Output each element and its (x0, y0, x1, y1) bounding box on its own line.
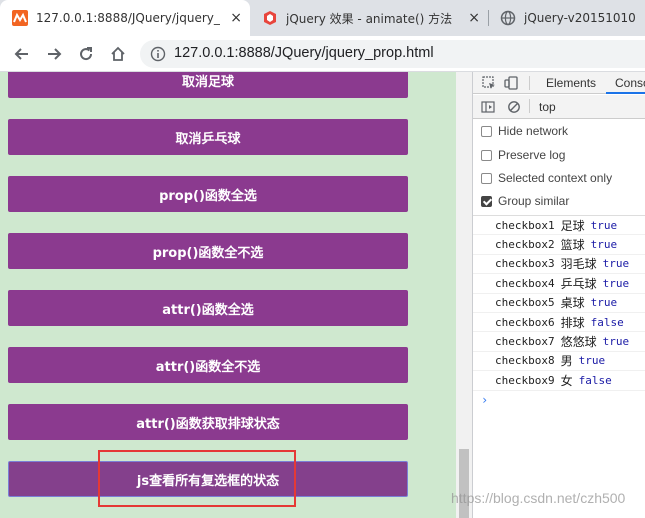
console-log-line: checkbox3 羽毛球 true (473, 255, 645, 275)
preserve-log-checkbox[interactable] (481, 149, 492, 161)
option-label: Selected context only (498, 171, 613, 185)
console-output: checkbox1 足球 true checkbox2 篮球 true checkbox… (473, 215, 645, 409)
option-label: Group similar (498, 194, 570, 208)
prop-select-none-button[interactable]: prop()函数全不选 (8, 233, 408, 269)
attr-select-all-button[interactable]: attr()函数全选 (8, 290, 408, 326)
group-similar-checkbox[interactable] (481, 195, 492, 207)
clear-console-icon[interactable] (507, 100, 521, 114)
sidebar-toggle-icon[interactable] (481, 100, 495, 114)
page-scrollbar[interactable] (456, 72, 472, 518)
devtools-panel: Elements Conso top Hide network Preserve… (472, 72, 645, 518)
toolbar-divider (529, 99, 530, 113)
console-log-line: checkbox7 悠悠球 true (473, 332, 645, 352)
console-log-line: checkbox4 乒乓球 true (473, 274, 645, 294)
watermark-text: https://blog.csdn.net/czh500 (451, 490, 626, 506)
selected-context-checkbox[interactable] (481, 172, 492, 184)
tab-title: jQuery-v20151010 (524, 11, 636, 25)
address-bar[interactable]: 127.0.0.1:8888/JQuery/jquery_prop.html (140, 40, 645, 68)
back-button[interactable] (10, 42, 34, 66)
console-log-line: checkbox5 桌球 true (473, 294, 645, 313)
globe-icon (500, 10, 516, 26)
tab-console[interactable]: Conso (615, 76, 645, 90)
console-log-line: checkbox8 男 true (473, 352, 645, 372)
hide-network-checkbox[interactable] (481, 125, 492, 137)
console-log-line: checkbox2 篮球 true (473, 235, 645, 255)
runoob-favicon-icon (264, 11, 276, 25)
tab-close-icon[interactable]: × (468, 10, 480, 26)
reload-icon (80, 47, 93, 61)
cancel-pingpong-button[interactable]: 取消乒乓球 (8, 119, 408, 155)
option-preserve-log[interactable]: Preserve log (481, 146, 565, 164)
console-log-line: checkbox1 足球 true (473, 216, 645, 236)
console-prompt[interactable]: › (473, 391, 645, 409)
scrollbar-thumb[interactable] (459, 449, 469, 518)
arrow-right-icon (48, 48, 62, 60)
inspect-element-icon[interactable] (481, 75, 497, 91)
arrow-left-icon (14, 48, 28, 60)
reload-button[interactable] (74, 42, 98, 66)
toolbar-divider (529, 76, 530, 90)
tab-jquery-animate[interactable]: jQuery 效果 - animate() 方法 × (250, 0, 488, 36)
devtools-tab-bar: Elements Conso (473, 72, 645, 94)
browser-toolbar: 127.0.0.1:8888/JQuery/jquery_prop.html (0, 36, 645, 72)
cancel-football-button[interactable]: 取消足球 (8, 72, 408, 98)
option-hide-network[interactable]: Hide network (481, 122, 568, 140)
home-icon (111, 46, 125, 61)
page-content: 取消足球 取消乒乓球 prop()函数全选 prop()函数全不选 attr()… (0, 72, 456, 518)
forward-button[interactable] (42, 42, 66, 66)
home-button[interactable] (106, 42, 130, 66)
attr-volleyball-status-button[interactable]: attr()函数获取排球状态 (8, 404, 408, 440)
tab-title: 127.0.0.1:8888/JQuery/jquery_ (36, 11, 220, 25)
highlight-annotation-box (98, 450, 296, 507)
option-group-similar[interactable]: Group similar (481, 192, 569, 210)
context-selector[interactable]: top (539, 100, 556, 114)
site-favicon-icon (12, 10, 28, 26)
tab-jquery-prop[interactable]: 127.0.0.1:8888/JQuery/jquery_ × (0, 0, 250, 36)
browser-tab-bar: 127.0.0.1:8888/JQuery/jquery_ × jQuery 效… (0, 0, 645, 36)
console-log-line: checkbox9 女 false (473, 371, 645, 391)
attr-select-none-button[interactable]: attr()函数全不选 (8, 347, 408, 383)
device-toolbar-icon[interactable] (503, 75, 519, 91)
tab-jquery-version[interactable]: jQuery-v20151010 (488, 0, 645, 36)
tab-title: jQuery 效果 - animate() 方法 (286, 11, 453, 26)
option-label: Preserve log (498, 148, 566, 162)
tab-close-icon[interactable]: × (230, 10, 242, 26)
console-log-line: checkbox6 排球 false (473, 313, 645, 333)
option-selected-context-only[interactable]: Selected context only (481, 169, 612, 187)
option-label: Hide network (498, 124, 569, 138)
url-text: 127.0.0.1:8888/JQuery/jquery_prop.html (174, 45, 434, 61)
info-icon[interactable] (150, 46, 166, 62)
prop-select-all-button[interactable]: prop()函数全选 (8, 176, 408, 212)
console-toolbar: top (473, 95, 645, 119)
active-tab-indicator (606, 92, 645, 94)
tab-elements[interactable]: Elements (546, 76, 596, 90)
